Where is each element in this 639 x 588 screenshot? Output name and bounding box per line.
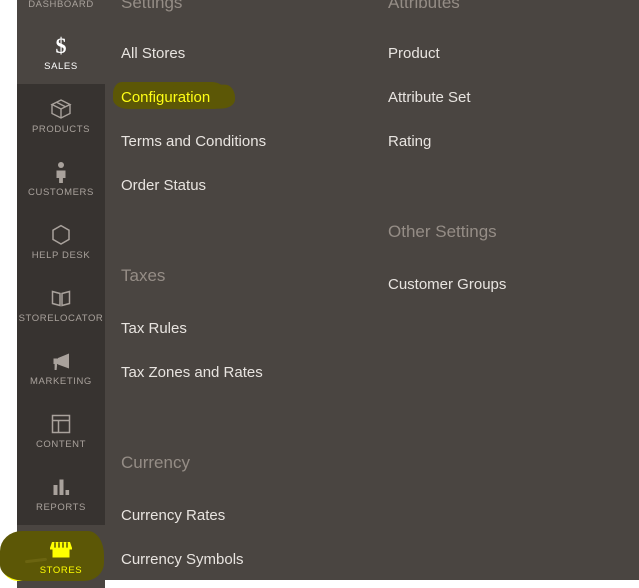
box-icon	[48, 96, 74, 122]
sidebar-item-storelocator[interactable]: STORELOCATOR	[17, 273, 105, 336]
menu-group-title-attributes: Attributes	[388, 0, 460, 12]
menu-item-attribute-set-label: Attribute Set	[388, 89, 471, 106]
sidebar-item-stores[interactable]: STORES	[0, 525, 105, 588]
menu-item-tax-zones-and-rates-label: Tax Zones and Rates	[121, 364, 263, 381]
sidebar-item-storelocator-label: STORELOCATOR	[18, 313, 104, 325]
layout-icon	[48, 411, 74, 437]
sidebar-item-customers-label: CUSTOMERS	[28, 187, 94, 199]
sidebar-item-dashboard-label: DASHBOARD	[28, 0, 94, 10]
dollar-icon: $	[48, 33, 74, 59]
menu-item-tax-rules-label: Tax Rules	[121, 320, 187, 337]
svg-text:$: $	[56, 34, 67, 58]
sidebar-item-products[interactable]: PRODUCTS	[17, 84, 105, 147]
sidebar-item-marketing[interactable]: MARKETING	[17, 336, 105, 399]
page-left-margin	[0, 0, 17, 580]
menu-item-all-stores-label: All Stores	[121, 45, 186, 62]
menu-item-configuration[interactable]: Configuration	[113, 82, 236, 110]
menu-item-currency-symbols[interactable]: Currency Symbols	[121, 550, 244, 570]
sidebar-item-dashboard[interactable]: DASHBOARD	[17, 0, 105, 21]
menu-item-product-label: Product	[388, 45, 440, 62]
sidebar-item-customers[interactable]: CUSTOMERS	[17, 147, 105, 210]
bar-chart-icon	[48, 474, 74, 500]
sidebar-item-content-label: CONTENT	[35, 439, 87, 451]
menu-item-order-status[interactable]: Order Status	[121, 176, 206, 196]
admin-sidebar: DASHBOARD $ SALES PRODUCTS CUSTOMERS HEL…	[0, 0, 105, 588]
sidebar-item-sales-label: SALES	[44, 61, 78, 73]
menu-item-currency-rates[interactable]: Currency Rates	[121, 506, 225, 526]
menu-item-customer-groups-label: Customer Groups	[388, 276, 507, 293]
menu-group-title-taxes: Taxes	[121, 266, 166, 285]
sidebar-item-reports[interactable]: REPORTS	[17, 462, 105, 525]
map-icon	[48, 285, 74, 311]
menu-item-terms-and-conditions-label: Terms and Conditions	[121, 133, 267, 150]
sidebar-item-sales[interactable]: $ SALES	[17, 21, 105, 84]
menu-item-rating-label: Rating	[388, 133, 432, 150]
menu-item-attribute-set[interactable]: Attribute Set	[388, 88, 471, 108]
menu-item-order-status-label: Order Status	[121, 177, 207, 194]
sidebar-item-products-label: PRODUCTS	[31, 124, 91, 136]
sidebar-item-content[interactable]: CONTENT	[17, 399, 105, 462]
sidebar-item-marketing-label: MARKETING	[30, 376, 92, 388]
stores-menu-flyout: Settings All Stores Configuration Terms …	[105, 0, 639, 580]
menu-item-rating[interactable]: Rating	[388, 132, 431, 152]
menu-item-customer-groups[interactable]: Customer Groups	[388, 275, 506, 295]
admin-menu-panel: DASHBOARD $ SALES PRODUCTS CUSTOMERS HEL…	[0, 0, 639, 588]
menu-item-all-stores[interactable]: All Stores	[121, 44, 185, 64]
menu-group-title-settings: Settings	[121, 0, 183, 12]
hexagon-icon	[48, 222, 74, 248]
sidebar-item-stores-label: STORES	[39, 565, 83, 577]
menu-group-title-currency: Currency	[121, 453, 190, 472]
menu-item-tax-zones-and-rates[interactable]: Tax Zones and Rates	[121, 363, 263, 383]
megaphone-icon	[48, 348, 74, 374]
menu-item-currency-symbols-label: Currency Symbols	[121, 551, 244, 568]
menu-item-tax-rules[interactable]: Tax Rules	[121, 319, 187, 339]
menu-item-configuration-label: Configuration	[121, 89, 211, 106]
sidebar-item-help-desk[interactable]: HELP DESK	[17, 210, 105, 273]
sidebar-item-reports-label: REPORTS	[36, 502, 86, 514]
sidebar-item-help-desk-label: HELP DESK	[31, 250, 91, 262]
menu-item-product[interactable]: Product	[388, 44, 440, 64]
menu-item-currency-rates-label: Currency Rates	[121, 507, 226, 524]
menu-item-terms-and-conditions[interactable]: Terms and Conditions	[121, 132, 266, 152]
storefront-icon	[48, 537, 74, 563]
person-icon	[48, 159, 74, 185]
menu-group-title-other-settings: Other Settings	[388, 222, 497, 241]
